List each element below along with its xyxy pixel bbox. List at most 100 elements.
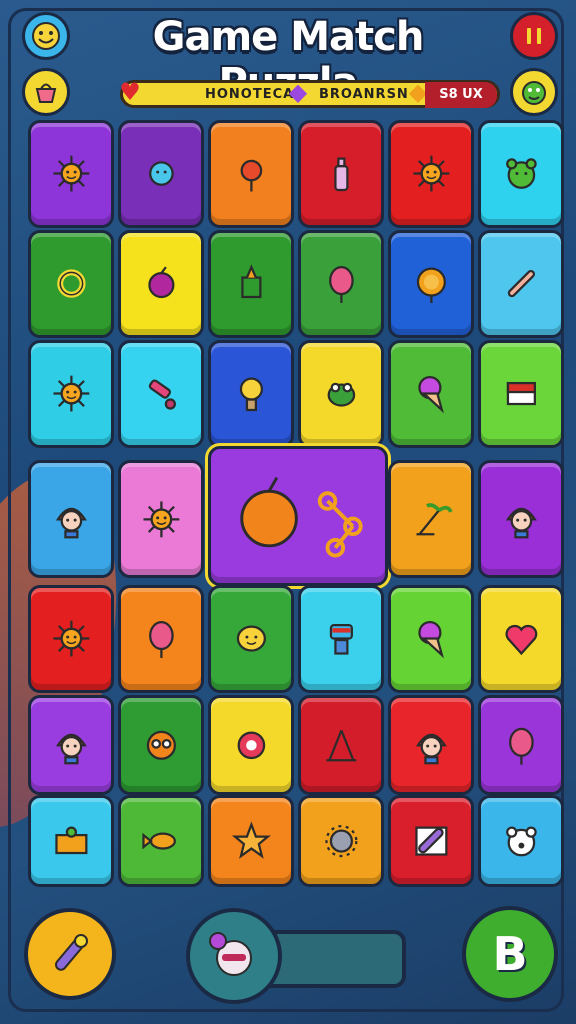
ice-cream-icon (399, 598, 463, 680)
palm-tree-icon (399, 474, 463, 564)
brush-icon (399, 807, 463, 876)
tile[interactable] (478, 585, 564, 693)
tile[interactable] (208, 120, 294, 228)
lemon-face-icon (219, 598, 283, 680)
score-label-1: HONOTECA (205, 87, 295, 102)
tile[interactable] (298, 585, 384, 693)
compass-icon (309, 707, 373, 782)
tile[interactable] (28, 460, 114, 578)
sun-icon (399, 133, 463, 215)
tile[interactable] (208, 585, 294, 693)
tile[interactable] (28, 230, 114, 338)
pause-icon (527, 28, 541, 44)
blue-virus-icon (129, 133, 193, 215)
tile[interactable] (118, 120, 204, 228)
power-button[interactable] (186, 908, 282, 1004)
balloon-icon (489, 707, 553, 782)
monster-icon (209, 932, 252, 976)
green-monster-icon (522, 81, 546, 105)
character-button[interactable] (510, 68, 558, 116)
tile[interactable] (298, 795, 384, 887)
tile[interactable] (388, 460, 474, 578)
tile[interactable] (388, 795, 474, 887)
score-label-2: BROANRSN (319, 87, 409, 102)
tile[interactable] (388, 230, 474, 338)
tile[interactable] (208, 695, 294, 795)
ring-icon (39, 243, 103, 325)
heart-icon (489, 598, 553, 680)
cat-face-icon (399, 707, 463, 782)
tile[interactable] (118, 460, 204, 578)
flower-icon (219, 133, 283, 215)
tile[interactable] (28, 695, 114, 795)
heart-icon: ♥ (119, 78, 141, 106)
tile[interactable] (118, 795, 204, 887)
tile[interactable] (388, 120, 474, 228)
tile[interactable] (478, 695, 564, 795)
tile[interactable] (478, 340, 564, 448)
star-face-icon (219, 807, 283, 876)
score-label-3: S8 UX (425, 82, 497, 108)
balloon-icon (129, 598, 193, 680)
tile[interactable] (478, 120, 564, 228)
wrench-icon (489, 243, 553, 325)
tile[interactable] (118, 230, 204, 338)
spiky-ball-icon (309, 807, 373, 876)
tile[interactable] (298, 695, 384, 795)
key-icon (129, 353, 193, 435)
sun-icon (39, 353, 103, 435)
tile[interactable] (298, 120, 384, 228)
tile[interactable] (388, 695, 474, 795)
wrench-icon (55, 934, 88, 971)
girl-face-icon (489, 474, 553, 564)
tile[interactable] (298, 340, 384, 448)
tile[interactable] (28, 795, 114, 887)
tile[interactable] (208, 340, 294, 448)
tile[interactable] (28, 585, 114, 693)
bulb-icon (219, 353, 283, 435)
tile[interactable] (28, 340, 114, 448)
girl-face-icon (39, 474, 103, 564)
tile[interactable] (208, 795, 294, 887)
score-bar: ♥ HONOTECA ◆ BROANRSN ◆ S8 UX (119, 78, 500, 108)
sun-icon (39, 133, 103, 215)
ice-cream-icon (399, 353, 463, 435)
fish-icon (129, 807, 193, 876)
tile[interactable] (28, 120, 114, 228)
smiley-face-icon (32, 22, 60, 50)
sun-icon (129, 474, 193, 564)
tile[interactable] (478, 460, 564, 578)
glasses-face-icon (129, 707, 193, 782)
shop-button[interactable] (22, 68, 70, 116)
balloon-icon (309, 243, 373, 325)
tile[interactable] (118, 340, 204, 448)
sun-face-icon (39, 598, 103, 680)
bottle-icon (309, 133, 373, 215)
boy-face-icon (39, 707, 103, 782)
lantern-icon (219, 243, 283, 325)
purple-gem-icon: ◆ (288, 78, 308, 106)
bear-face-icon (489, 807, 553, 876)
tile[interactable] (388, 340, 474, 448)
tile[interactable] (118, 585, 204, 693)
robot-icon (309, 598, 373, 680)
tile[interactable] (478, 795, 564, 887)
green-bear-icon (489, 133, 553, 215)
frog-icon (309, 353, 373, 435)
pause-button[interactable] (510, 12, 558, 60)
tool-button[interactable] (24, 908, 116, 1000)
book-icon (489, 353, 553, 435)
tile[interactable] (388, 585, 474, 693)
gem-icon (219, 707, 283, 782)
tile[interactable] (118, 695, 204, 795)
fruit-icon (129, 243, 193, 325)
basket-icon (39, 807, 103, 876)
orange-fruit-icon (240, 477, 363, 558)
profile-button[interactable] (22, 12, 70, 60)
tile[interactable] (208, 230, 294, 338)
tile[interactable] (478, 230, 564, 338)
tile[interactable] (298, 230, 384, 338)
highlighted-match-tile[interactable] (208, 446, 388, 586)
coin-button[interactable]: B (462, 906, 558, 1002)
basket-icon (35, 83, 57, 103)
